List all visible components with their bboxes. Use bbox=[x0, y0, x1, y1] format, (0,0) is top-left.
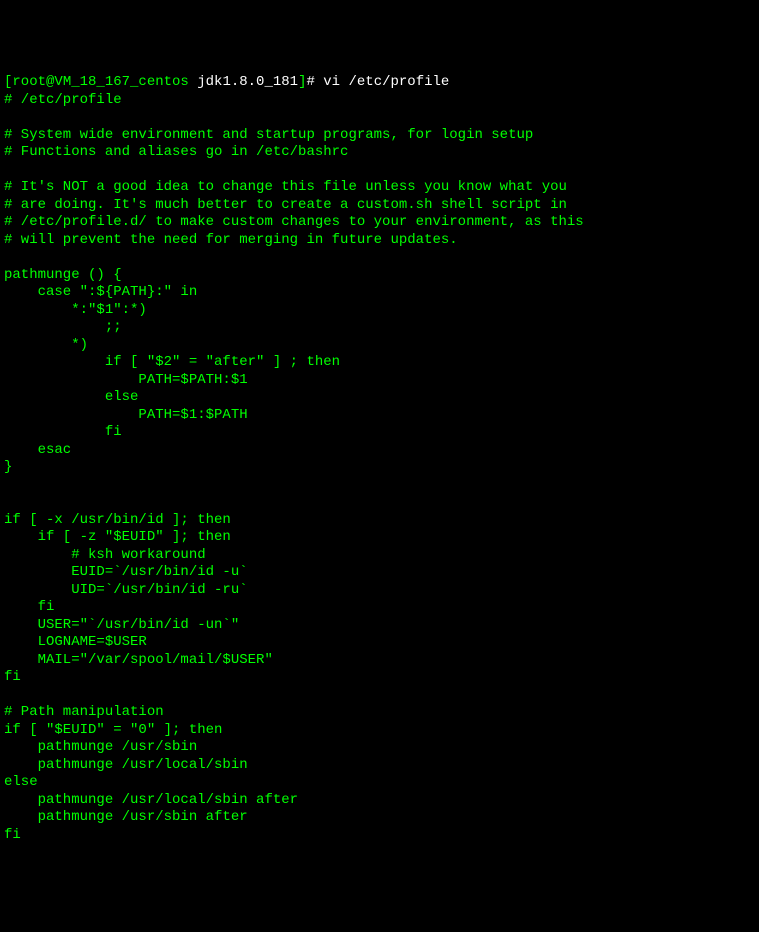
command-text: vi /etc/profile bbox=[323, 74, 449, 90]
file-line: # It's NOT a good idea to change this fi… bbox=[4, 179, 755, 197]
file-line: esac bbox=[4, 442, 755, 460]
file-line: *) bbox=[4, 337, 755, 355]
file-line: UID=`/usr/bin/id -ru` bbox=[4, 582, 755, 600]
file-line: # ksh workaround bbox=[4, 547, 755, 565]
file-line: else bbox=[4, 774, 755, 792]
file-line bbox=[4, 687, 755, 705]
file-line bbox=[4, 477, 755, 495]
file-line bbox=[4, 494, 755, 512]
file-line: *:"$1":*) bbox=[4, 302, 755, 320]
file-line: # /etc/profile.d/ to make custom changes… bbox=[4, 214, 755, 232]
file-line: MAIL="/var/spool/mail/$USER" bbox=[4, 652, 755, 670]
file-line: if [ -z "$EUID" ]; then bbox=[4, 529, 755, 547]
file-line: PATH=$1:$PATH bbox=[4, 407, 755, 425]
file-line: USER="`/usr/bin/id -un`" bbox=[4, 617, 755, 635]
file-line: fi bbox=[4, 424, 755, 442]
prompt-user-host: root@VM_18_167_centos bbox=[12, 74, 188, 90]
file-line: if [ -x /usr/bin/id ]; then bbox=[4, 512, 755, 530]
file-line: # will prevent the need for merging in f… bbox=[4, 232, 755, 250]
file-line: } bbox=[4, 459, 755, 477]
file-line bbox=[4, 109, 755, 127]
file-line: else bbox=[4, 389, 755, 407]
prompt-cwd: jdk1.8.0_181 bbox=[189, 74, 298, 90]
file-line: pathmunge () { bbox=[4, 267, 755, 285]
file-line: EUID=`/usr/bin/id -u` bbox=[4, 564, 755, 582]
file-line: LOGNAME=$USER bbox=[4, 634, 755, 652]
file-line: fi bbox=[4, 827, 755, 845]
file-line: pathmunge /usr/sbin after bbox=[4, 809, 755, 827]
file-line: fi bbox=[4, 669, 755, 687]
file-line: PATH=$PATH:$1 bbox=[4, 372, 755, 390]
file-line: if [ "$EUID" = "0" ]; then bbox=[4, 722, 755, 740]
file-line: ;; bbox=[4, 319, 755, 337]
file-line bbox=[4, 162, 755, 180]
file-line: # System wide environment and startup pr… bbox=[4, 127, 755, 145]
file-line: # /etc/profile bbox=[4, 92, 755, 110]
file-line: fi bbox=[4, 599, 755, 617]
terminal-window[interactable]: [root@VM_18_167_centos jdk1.8.0_181]# vi… bbox=[4, 74, 755, 844]
file-line: # Path manipulation bbox=[4, 704, 755, 722]
file-line: pathmunge /usr/sbin bbox=[4, 739, 755, 757]
file-line: # are doing. It's much better to create … bbox=[4, 197, 755, 215]
file-line: pathmunge /usr/local/sbin bbox=[4, 757, 755, 775]
file-line: pathmunge /usr/local/sbin after bbox=[4, 792, 755, 810]
file-line: if [ "$2" = "after" ] ; then bbox=[4, 354, 755, 372]
file-line bbox=[4, 249, 755, 267]
file-line: # Functions and aliases go in /etc/bashr… bbox=[4, 144, 755, 162]
file-content[interactable]: # /etc/profile # System wide environment… bbox=[4, 92, 755, 845]
file-line: case ":${PATH}:" in bbox=[4, 284, 755, 302]
prompt-hash: # bbox=[306, 74, 323, 90]
prompt-line: [root@VM_18_167_centos jdk1.8.0_181]# vi… bbox=[4, 74, 755, 92]
